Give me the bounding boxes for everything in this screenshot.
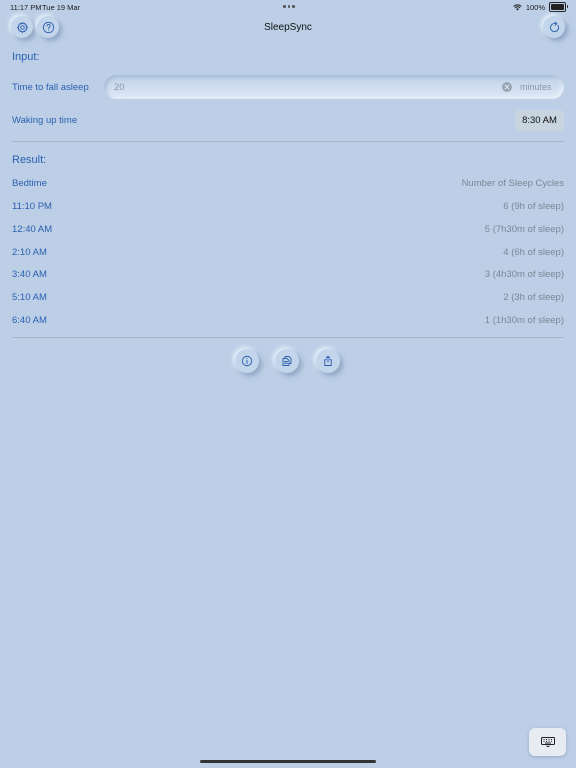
result-row: 11:10 PM 6 (9h of sleep) — [12, 201, 564, 215]
battery-icon — [549, 2, 568, 12]
battery-percent: 100% — [525, 2, 545, 12]
refresh-icon — [549, 21, 559, 32]
wifi-icon — [513, 3, 522, 10]
refresh-button[interactable] — [543, 16, 565, 38]
result-row: 2:10 AM 4 (6h of sleep) — [12, 247, 564, 261]
result-section-label: Result: — [12, 154, 47, 166]
bedtime-value: 5:10 AM — [12, 292, 47, 303]
share-button[interactable] — [316, 349, 340, 373]
cycles-value: 4 (6h of sleep) — [503, 247, 564, 258]
status-bar: 11:17 PM Tue 19 Mar 100% — [0, 0, 576, 14]
wake-up-label: Waking up time — [12, 115, 78, 126]
info-button[interactable] — [235, 349, 259, 373]
cycles-column-header: Number of Sleep Cycles — [461, 178, 564, 189]
result-row: 5:10 AM 2 (3h of sleep) — [12, 292, 564, 306]
keyboard-toggle-button[interactable] — [529, 728, 566, 756]
clear-icon[interactable] — [502, 82, 512, 92]
share-icon — [324, 355, 332, 366]
status-date: Tue 19 Mar — [42, 3, 81, 12]
result-header-row: Bedtime Number of Sleep Cycles — [12, 178, 564, 192]
fall-asleep-label: Time to fall asleep — [12, 82, 89, 93]
app-title: SleepSync — [264, 22, 312, 33]
cycles-value: 3 (4h30m of sleep) — [484, 269, 564, 280]
bedtime-value: 3:40 AM — [12, 269, 47, 280]
fall-asleep-field[interactable]: 20 minutes — [104, 75, 564, 99]
multitasking-dots-icon[interactable] — [283, 5, 295, 8]
bedtime-value: 2:10 AM — [12, 247, 47, 258]
bedtime-value: 6:40 AM — [12, 315, 47, 326]
bedtime-value: 12:40 AM — [12, 224, 53, 235]
input-section-label: Input: — [12, 51, 40, 63]
cycles-value: 2 (3h of sleep) — [503, 292, 564, 303]
divider — [12, 141, 564, 142]
bedtime-column-header: Bedtime — [12, 178, 47, 189]
info-icon — [241, 355, 253, 367]
result-row: 6:40 AM 1 (1h30m of sleep) — [12, 315, 564, 329]
result-row: 12:40 AM 5 (7h30m of sleep) — [12, 224, 564, 238]
cycles-value: 6 (9h of sleep) — [503, 201, 564, 212]
fall-asleep-value[interactable]: 20 — [114, 82, 125, 93]
cycles-value: 5 (7h30m of sleep) — [484, 224, 564, 235]
fall-asleep-unit: minutes — [520, 82, 552, 92]
copy-button[interactable] — [275, 349, 299, 373]
bedtime-value: 11:10 PM — [12, 201, 52, 212]
wake-up-time-picker[interactable]: 8:30 AM — [515, 110, 564, 131]
result-row: 3:40 AM 3 (4h30m of sleep) — [12, 269, 564, 283]
status-indicators: 100% — [513, 2, 568, 12]
cycles-value: 1 (1h30m of sleep) — [484, 315, 564, 326]
home-indicator[interactable] — [200, 760, 376, 763]
copy-icon — [282, 356, 292, 366]
status-time: 11:17 PM — [10, 3, 42, 12]
keyboard-icon — [540, 737, 555, 747]
divider — [12, 337, 564, 338]
